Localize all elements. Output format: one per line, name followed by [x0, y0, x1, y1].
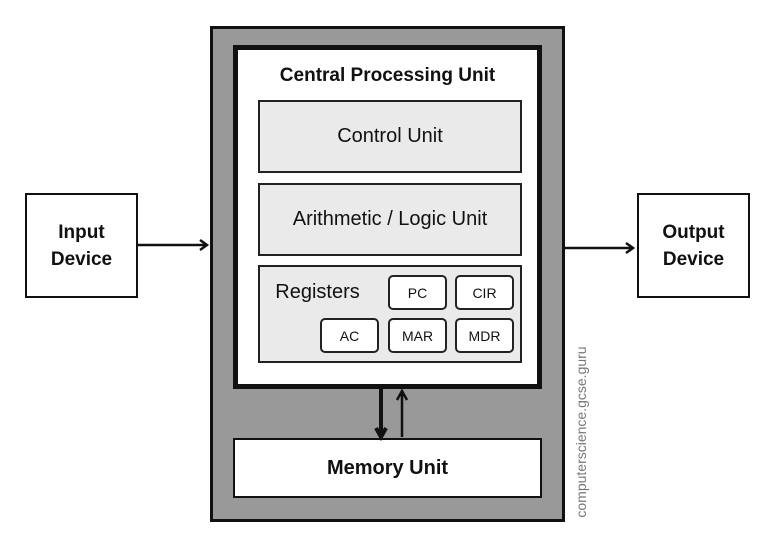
- memory-to-cpu-arrow: [395, 388, 409, 437]
- watermark: computerscience.gcse.guru: [573, 346, 589, 518]
- diagram: Input Device Output Device Central Proce…: [0, 0, 774, 542]
- output-arrow: [565, 241, 636, 255]
- arrows: [138, 238, 636, 442]
- input-arrow: [138, 238, 210, 252]
- cpu-to-memory-arrow: [374, 389, 388, 442]
